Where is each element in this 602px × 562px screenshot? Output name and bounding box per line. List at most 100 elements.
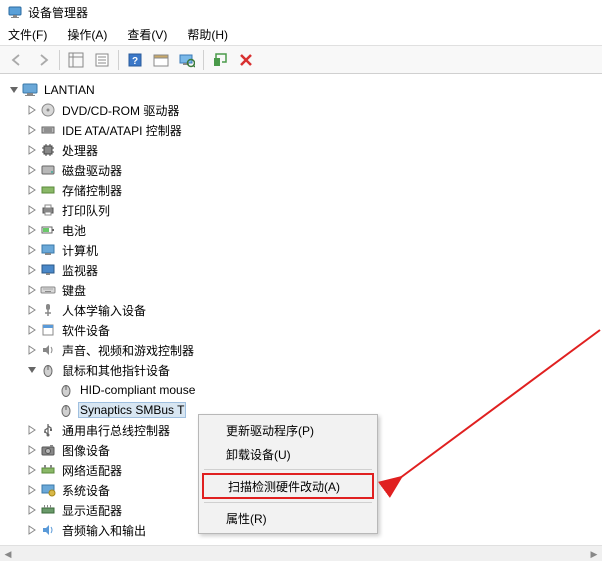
- expander-icon[interactable]: [26, 244, 38, 256]
- expander-icon[interactable]: [26, 344, 38, 356]
- device-category-icon: [40, 122, 56, 138]
- ctx-update-driver[interactable]: 更新驱动程序(P): [202, 418, 374, 442]
- expander-icon[interactable]: [26, 224, 38, 236]
- device-category-icon: [40, 222, 56, 238]
- tree-root-label: LANTIAN: [42, 82, 97, 98]
- scan-hardware-button[interactable]: [174, 47, 200, 73]
- tree-item-label: 音频输入和输出: [60, 521, 148, 540]
- menu-help[interactable]: 帮助(H): [183, 24, 232, 45]
- ctx-highlight-box: 扫描检测硬件改动(A): [202, 473, 374, 499]
- toolbar: ?: [0, 46, 602, 74]
- device-category-icon: [40, 522, 56, 538]
- tree-item-label: 处理器: [60, 141, 100, 160]
- tree-item-label: 存储控制器: [60, 181, 124, 200]
- ctx-separator: [204, 469, 372, 470]
- properties-button[interactable]: [89, 47, 115, 73]
- device-category-icon: [40, 322, 56, 338]
- expander-icon[interactable]: [26, 324, 38, 336]
- expander-icon[interactable]: [26, 304, 38, 316]
- uninstall-device-button[interactable]: [233, 47, 259, 73]
- expander-icon[interactable]: [26, 464, 38, 476]
- svg-text:?: ?: [132, 56, 138, 67]
- device-category-icon: [40, 242, 56, 258]
- menu-bar: 文件(F) 操作(A) 查看(V) 帮助(H): [0, 24, 602, 46]
- device-category-icon: [40, 482, 56, 498]
- menu-file[interactable]: 文件(F): [4, 24, 51, 45]
- toolbar-separator: [203, 50, 204, 70]
- tree-category[interactable]: 打印队列: [8, 200, 602, 220]
- tree-category[interactable]: 声音、视频和游戏控制器: [8, 340, 602, 360]
- tree-item-label: 网络适配器: [60, 461, 124, 480]
- expander-icon[interactable]: [26, 504, 38, 516]
- tree-category[interactable]: 处理器: [8, 140, 602, 160]
- ctx-scan-hardware[interactable]: 扫描检测硬件改动(A): [204, 475, 372, 497]
- scroll-track[interactable]: [16, 546, 586, 561]
- device-category-icon: [40, 302, 56, 318]
- toolbar-separator: [118, 50, 119, 70]
- tree-root[interactable]: LANTIAN: [8, 80, 602, 100]
- expander-icon[interactable]: [26, 364, 38, 376]
- tree-category[interactable]: DVD/CD-ROM 驱动器: [8, 100, 602, 120]
- expander-icon[interactable]: [26, 124, 38, 136]
- show-hide-tree-button[interactable]: [63, 47, 89, 73]
- expander-icon[interactable]: [26, 164, 38, 176]
- tree-item-label: 显示适配器: [60, 501, 124, 520]
- tree-item-label: 电池: [60, 221, 88, 240]
- device-category-icon: [40, 162, 56, 178]
- tree-category[interactable]: 人体学输入设备: [8, 300, 602, 320]
- ctx-uninstall[interactable]: 卸载设备(U): [202, 442, 374, 466]
- device-category-icon: [40, 262, 56, 278]
- mouse-icon: [58, 402, 74, 418]
- enable-device-button[interactable]: [207, 47, 233, 73]
- expander-icon[interactable]: [26, 104, 38, 116]
- app-icon: [8, 5, 22, 19]
- expander-icon[interactable]: [26, 424, 38, 436]
- device-category-icon: [40, 422, 56, 438]
- tree-category[interactable]: 电池: [8, 220, 602, 240]
- tree-category[interactable]: 监视器: [8, 260, 602, 280]
- tree-category[interactable]: 键盘: [8, 280, 602, 300]
- window-title: 设备管理器: [28, 4, 88, 21]
- expander-icon[interactable]: [26, 264, 38, 276]
- tree-category[interactable]: 软件设备: [8, 320, 602, 340]
- tree-category[interactable]: 鼠标和其他指针设备: [8, 360, 602, 380]
- ctx-separator: [204, 502, 372, 503]
- expander-icon[interactable]: [26, 144, 38, 156]
- scroll-left-button[interactable]: ◀: [0, 546, 16, 562]
- expander-icon[interactable]: [26, 284, 38, 296]
- device-category-icon: [40, 182, 56, 198]
- tree-item-label: 磁盘驱动器: [60, 161, 124, 180]
- help-button[interactable]: ?: [122, 47, 148, 73]
- tree-category[interactable]: 计算机: [8, 240, 602, 260]
- toolbar-separator: [59, 50, 60, 70]
- device-category-icon: [40, 202, 56, 218]
- scroll-right-button[interactable]: ▶: [586, 546, 602, 562]
- tree-category[interactable]: 磁盘驱动器: [8, 160, 602, 180]
- tree-category[interactable]: 存储控制器: [8, 180, 602, 200]
- expander-icon[interactable]: [8, 84, 20, 96]
- horizontal-scrollbar[interactable]: ◀ ▶: [0, 545, 602, 561]
- device-category-icon: [40, 342, 56, 358]
- expander-icon[interactable]: [26, 524, 38, 536]
- tree-device[interactable]: HID-compliant mouse: [8, 380, 602, 400]
- menu-view[interactable]: 查看(V): [123, 24, 171, 45]
- expander-icon[interactable]: [26, 444, 38, 456]
- tree-item-label: 键盘: [60, 281, 88, 300]
- expander-icon[interactable]: [26, 184, 38, 196]
- nav-forward-button[interactable]: [30, 47, 56, 73]
- tree-item-label: HID-compliant mouse: [78, 382, 197, 398]
- tree-item-label: 通用串行总线控制器: [60, 421, 172, 440]
- device-category-icon: [40, 442, 56, 458]
- menu-action[interactable]: 操作(A): [63, 24, 111, 45]
- action-button[interactable]: [148, 47, 174, 73]
- expander-icon[interactable]: [26, 204, 38, 216]
- ctx-properties[interactable]: 属性(R): [202, 506, 374, 530]
- tree-item-label: 系统设备: [60, 481, 112, 500]
- expander-icon[interactable]: [26, 484, 38, 496]
- tree-item-label: IDE ATA/ATAPI 控制器: [60, 121, 184, 140]
- tree-item-label: 打印队列: [60, 201, 112, 220]
- device-category-icon: [40, 102, 56, 118]
- nav-back-button[interactable]: [4, 47, 30, 73]
- tree-item-label: 鼠标和其他指针设备: [60, 361, 172, 380]
- tree-category[interactable]: IDE ATA/ATAPI 控制器: [8, 120, 602, 140]
